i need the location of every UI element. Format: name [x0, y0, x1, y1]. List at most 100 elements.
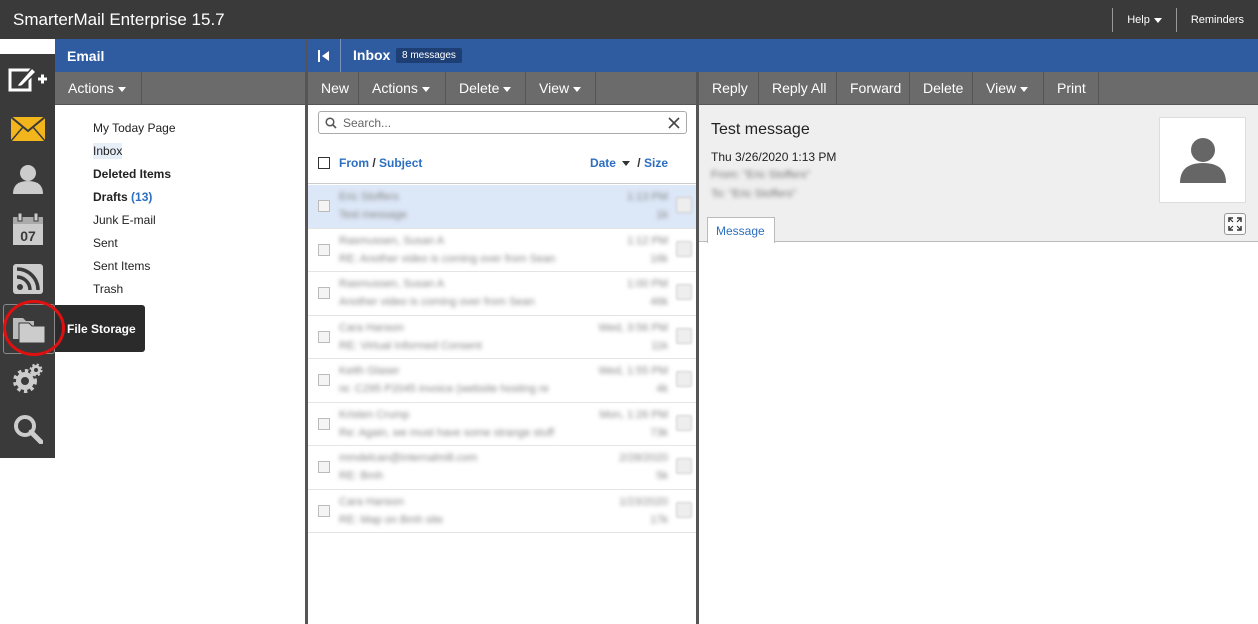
row-checkbox[interactable]	[318, 243, 330, 256]
row-checkbox[interactable]	[318, 330, 330, 343]
folder-junk-email[interactable]: Junk E-mail	[93, 210, 306, 233]
avatar	[1159, 117, 1246, 203]
preview-icon[interactable]	[676, 501, 692, 518]
header-separator: /	[633, 156, 644, 170]
folder-list: My Today Page Inbox Deleted Items Drafts…	[55, 105, 306, 302]
row-date: 1/23/2020	[619, 495, 668, 508]
row-date: 2/28/2020	[619, 452, 668, 464]
row-checkbox[interactable]	[318, 504, 330, 517]
row-date: 1:00 PM	[627, 278, 668, 290]
row-date: Wed, 1:55 PM	[598, 365, 669, 377]
search-placeholder: Search...	[343, 116, 392, 130]
rail-calendar[interactable]: 07	[0, 204, 55, 254]
list-actions-label: Actions	[372, 80, 418, 96]
sort-desc-icon	[621, 161, 630, 167]
message-from: From: "Eric Stoffers"	[711, 169, 811, 181]
row-subject: RE: Another video is coming over from Se…	[339, 252, 556, 265]
list-delete-button[interactable]: Delete	[446, 72, 526, 104]
rss-icon	[12, 264, 43, 294]
table-row[interactable]: Kristen Crump Re: Again, we must have so…	[308, 403, 696, 446]
row-subject: RE: Bmh	[339, 470, 384, 482]
row-checkbox[interactable]	[318, 417, 330, 430]
inbox-header: Inbox 8 messages	[308, 39, 1258, 72]
folder-my-today-page[interactable]: My Today Page	[93, 118, 306, 141]
preview-icon[interactable]	[676, 327, 692, 344]
sort-date-label: Date	[589, 156, 616, 170]
sort-date-size[interactable]: Date / Size	[590, 156, 668, 170]
message-header: Test message Thu 3/26/2020 1:13 PM From:…	[699, 105, 1258, 243]
row-size: 73k	[650, 426, 668, 439]
rail-settings[interactable]	[0, 354, 55, 404]
sort-from-subject[interactable]: From / Subject	[339, 156, 422, 170]
highlight-circle	[3, 300, 65, 356]
reading-pane: Reply Reply All Forward Delete View Prin…	[699, 72, 1258, 624]
collapse-folders-button[interactable]	[308, 39, 341, 72]
reader-toolbar: Reply Reply All Forward Delete View Prin…	[699, 72, 1258, 105]
sort-subject-label: Subject	[379, 156, 423, 170]
row-from: mmdelcan@internalmill.com	[339, 452, 478, 464]
row-subject: Re: Again, we must have some strange stu…	[339, 426, 555, 439]
tab-message[interactable]: Message	[707, 217, 775, 243]
row-checkbox[interactable]	[318, 374, 330, 386]
email-icon	[9, 116, 46, 142]
help-menu[interactable]: Help	[1112, 8, 1176, 32]
folder-deleted-items[interactable]: Deleted Items	[93, 164, 306, 187]
preview-icon[interactable]	[676, 371, 692, 387]
calendar-day: 07	[20, 228, 36, 244]
rail-rss[interactable]	[0, 254, 55, 304]
preview-icon[interactable]	[676, 458, 692, 474]
rail-compose[interactable]	[0, 54, 55, 104]
reader-view-button[interactable]: View	[973, 72, 1044, 104]
row-size: 11k	[651, 339, 668, 352]
folder-drafts[interactable]: Drafts (13)	[93, 187, 306, 210]
folder-label: Junk E-mail	[93, 213, 156, 227]
folder-sent[interactable]: Sent	[93, 233, 306, 256]
row-date: Mon, 1:26 PM	[599, 408, 668, 421]
rail-contacts[interactable]	[0, 154, 55, 204]
new-button[interactable]: New	[308, 72, 359, 104]
reader-delete-button[interactable]: Delete	[910, 72, 973, 104]
preview-icon[interactable]	[676, 284, 692, 300]
folder-inbox[interactable]: Inbox	[93, 141, 306, 164]
reader-view-label: View	[986, 80, 1017, 96]
list-header: From / Subject Date / Size	[308, 146, 696, 184]
table-row[interactable]: Rasmussen, Susan A RE: Another video is …	[308, 229, 696, 272]
row-size: 4k	[656, 383, 668, 395]
reply-all-button[interactable]: Reply All	[759, 72, 837, 104]
preview-icon[interactable]	[676, 197, 692, 213]
print-button[interactable]: Print	[1044, 72, 1099, 104]
row-checkbox[interactable]	[318, 461, 330, 473]
table-row[interactable]: Cara Hanson RE: Map on Bmh site 1/23/202…	[308, 490, 696, 533]
sort-size-label: Size	[643, 156, 668, 170]
list-delete-label: Delete	[459, 80, 500, 96]
reminders-link[interactable]: Reminders	[1175, 8, 1258, 32]
list-actions-button[interactable]: Actions	[359, 72, 446, 104]
preview-icon[interactable]	[676, 414, 692, 431]
table-row[interactable]: mmdelcan@internalmill.com RE: Bmh 2/28/2…	[308, 446, 696, 490]
table-row[interactable]: Keith Glaser re: C295 P2045 invoice (web…	[308, 359, 696, 403]
row-checkbox[interactable]	[318, 287, 330, 299]
reply-button[interactable]: Reply	[699, 72, 759, 104]
folder-sent-items[interactable]: Sent Items	[93, 256, 306, 279]
forward-button[interactable]: Forward	[837, 72, 910, 104]
folder-trash[interactable]: Trash	[93, 279, 306, 302]
table-row[interactable]: Eric Stoffers Test message 1:13 PM 1k	[308, 185, 696, 229]
message-count-badge: 8 messages	[396, 48, 462, 63]
table-row[interactable]: Rasmussen, Susan A Another video is comi…	[308, 272, 696, 316]
expand-button[interactable]	[1224, 213, 1246, 235]
table-row[interactable]: Cara Hanson RE: Virtual Informed Consent…	[308, 316, 696, 359]
row-from: Kristen Crump	[339, 408, 410, 421]
row-checkbox[interactable]	[318, 200, 330, 212]
list-view-button[interactable]: View	[526, 72, 596, 104]
clear-search-icon[interactable]	[668, 117, 680, 129]
folders-actions-label: Actions	[68, 80, 114, 96]
row-subject: Another video is coming over from Sean	[339, 296, 535, 308]
rail-email[interactable]	[0, 104, 55, 154]
search-input[interactable]: Search...	[318, 111, 687, 134]
rail-search[interactable]	[0, 404, 55, 454]
inbox-title: Inbox	[353, 47, 391, 63]
preview-icon[interactable]	[676, 240, 692, 257]
select-all-checkbox[interactable]	[318, 157, 330, 169]
folders-actions-button[interactable]: Actions	[55, 72, 142, 104]
row-date: 1:12 PM	[627, 234, 668, 247]
